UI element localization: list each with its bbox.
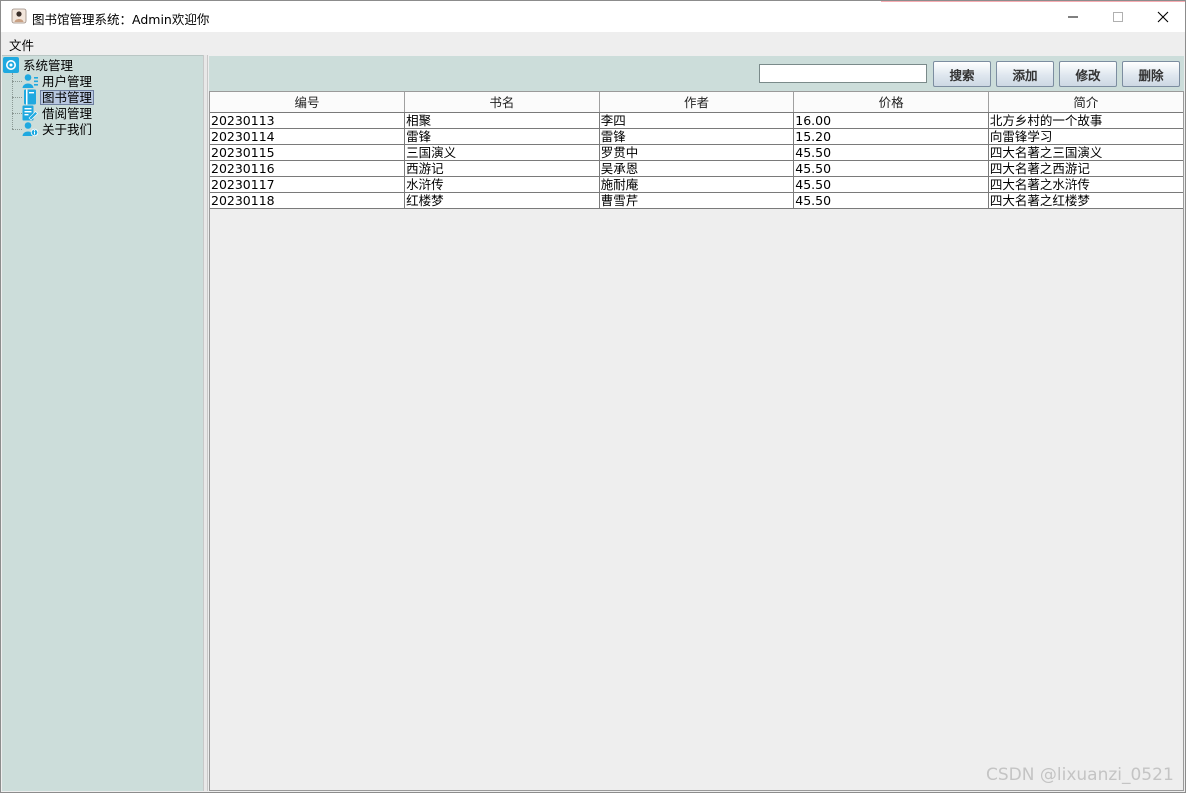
table-row[interactable]: 20230116 西游记 吴承恩 45.50 四大名著之西游记 xyxy=(210,160,1183,177)
cell-author[interactable]: 李四 xyxy=(599,112,795,129)
tree-item-borrow[interactable]: 借阅管理 xyxy=(22,105,94,121)
tree-item-about[interactable]: 关于我们 xyxy=(22,121,94,137)
user-icon xyxy=(22,74,38,88)
cell-price[interactable]: 15.20 xyxy=(793,128,989,145)
column-header-title[interactable]: 书名 xyxy=(404,92,600,113)
add-button[interactable]: 添加 xyxy=(996,61,1054,87)
table-row[interactable]: 20230115 三国演义 罗贯中 45.50 四大名著之三国演义 xyxy=(210,144,1183,161)
book-table-container[interactable]: 编号 书名 作者 价格 简介 20230113 相聚 李四 16.00 北方乡村… xyxy=(209,91,1184,791)
cell-title[interactable]: 雷锋 xyxy=(404,128,600,145)
watermark: CSDN @lixuanzi_0521 xyxy=(986,765,1174,785)
split-pane-divider[interactable] xyxy=(203,55,208,791)
cell-id[interactable]: 20230114 xyxy=(210,128,406,145)
book-table: 编号 书名 作者 价格 简介 20230113 相聚 李四 16.00 北方乡村… xyxy=(210,92,1183,209)
window-title: 图书馆管理系统：Admin欢迎你 xyxy=(32,12,210,27)
delete-button[interactable]: 删除 xyxy=(1122,61,1180,87)
maximize-icon xyxy=(1113,11,1123,22)
cell-author[interactable]: 雷锋 xyxy=(599,128,795,145)
cell-price[interactable]: 45.50 xyxy=(793,176,989,193)
app-logo-icon xyxy=(11,8,27,24)
tree-root-system[interactable]: 系统管理 xyxy=(3,57,75,73)
tree-item-label: 借阅管理 xyxy=(42,105,93,121)
tree-connector xyxy=(12,113,22,114)
borrow-icon xyxy=(22,105,38,121)
minimize-icon xyxy=(1068,16,1078,17)
cell-title[interactable]: 水浒传 xyxy=(404,176,600,193)
cell-id[interactable]: 20230117 xyxy=(210,176,406,193)
cell-summary[interactable]: 向雷锋学习 xyxy=(988,128,1183,145)
table-header-row: 编号 书名 作者 价格 简介 xyxy=(210,92,1183,113)
cell-title[interactable]: 红楼梦 xyxy=(404,192,600,209)
cell-author[interactable]: 罗贯中 xyxy=(599,144,795,161)
cell-summary[interactable]: 四大名著之水浒传 xyxy=(988,176,1183,193)
cell-summary[interactable]: 四大名著之红楼梦 xyxy=(988,192,1183,209)
maximize-button[interactable] xyxy=(1095,1,1141,32)
search-input[interactable] xyxy=(759,64,927,83)
search-button[interactable]: 搜索 xyxy=(933,61,991,87)
cell-author[interactable]: 施耐庵 xyxy=(599,176,795,193)
cell-title[interactable]: 西游记 xyxy=(404,160,600,177)
cell-summary[interactable]: 四大名著之三国演义 xyxy=(988,144,1183,161)
cell-author[interactable]: 吴承恩 xyxy=(599,160,795,177)
tree-root-label: 系统管理 xyxy=(23,57,74,73)
cell-id[interactable]: 20230115 xyxy=(210,144,406,161)
tree-item-users[interactable]: 用户管理 xyxy=(22,73,94,89)
column-header-summary[interactable]: 简介 xyxy=(988,92,1183,113)
column-header-price[interactable]: 价格 xyxy=(793,92,989,113)
edit-button[interactable]: 修改 xyxy=(1059,61,1117,87)
close-icon xyxy=(1157,11,1169,22)
app-window: 图书馆管理系统：Admin欢迎你 文件 系统管理 用户管理 图书管理 借阅管理 … xyxy=(0,0,1186,793)
cell-title[interactable]: 三国演义 xyxy=(404,144,600,161)
nav-tree: 系统管理 用户管理 图书管理 借阅管理 关于我们 xyxy=(2,55,203,791)
title-bar[interactable]: 图书馆管理系统：Admin欢迎你 xyxy=(1,1,1185,32)
minimize-button[interactable] xyxy=(1050,1,1096,32)
cell-id[interactable]: 20230113 xyxy=(210,112,406,129)
table-row[interactable]: 20230114 雷锋 雷锋 15.20 向雷锋学习 xyxy=(210,128,1183,145)
cell-price[interactable]: 45.50 xyxy=(793,160,989,177)
cell-summary[interactable]: 四大名著之西游记 xyxy=(988,160,1183,177)
cell-price[interactable]: 16.00 xyxy=(793,112,989,129)
tree-item-label: 用户管理 xyxy=(42,73,93,89)
cell-title[interactable]: 相聚 xyxy=(404,112,600,129)
cell-price[interactable]: 45.50 xyxy=(793,192,989,209)
tree-connector xyxy=(12,129,22,130)
cell-id[interactable]: 20230116 xyxy=(210,160,406,177)
table-row[interactable]: 20230117 水浒传 施耐庵 45.50 四大名著之水浒传 xyxy=(210,176,1183,193)
book-icon xyxy=(24,89,36,105)
column-header-id[interactable]: 编号 xyxy=(210,92,406,113)
tree-connector xyxy=(12,81,22,82)
table-row[interactable]: 20230113 相聚 李四 16.00 北方乡村的一个故事 xyxy=(210,112,1183,129)
cell-summary[interactable]: 北方乡村的一个故事 xyxy=(988,112,1183,129)
cell-price[interactable]: 45.50 xyxy=(793,144,989,161)
column-header-author[interactable]: 作者 xyxy=(599,92,795,113)
cell-id[interactable]: 20230118 xyxy=(210,192,406,209)
cell-author[interactable]: 曹雪芹 xyxy=(599,192,795,209)
system-settings-icon xyxy=(3,57,19,73)
table-row[interactable]: 20230118 红楼梦 曹雪芹 45.50 四大名著之红楼梦 xyxy=(210,192,1183,209)
tree-item-books[interactable]: 图书管理 xyxy=(22,89,95,105)
menu-file[interactable]: 文件 xyxy=(9,35,34,54)
close-button[interactable] xyxy=(1140,1,1185,32)
menu-bar: 文件 xyxy=(1,32,1185,54)
tree-connector xyxy=(12,97,22,98)
tree-item-label: 图书管理 xyxy=(40,89,95,105)
tree-item-label: 关于我们 xyxy=(42,121,93,137)
about-icon xyxy=(22,122,38,137)
toolbar: 搜索 添加 修改 删除 xyxy=(209,56,1184,91)
